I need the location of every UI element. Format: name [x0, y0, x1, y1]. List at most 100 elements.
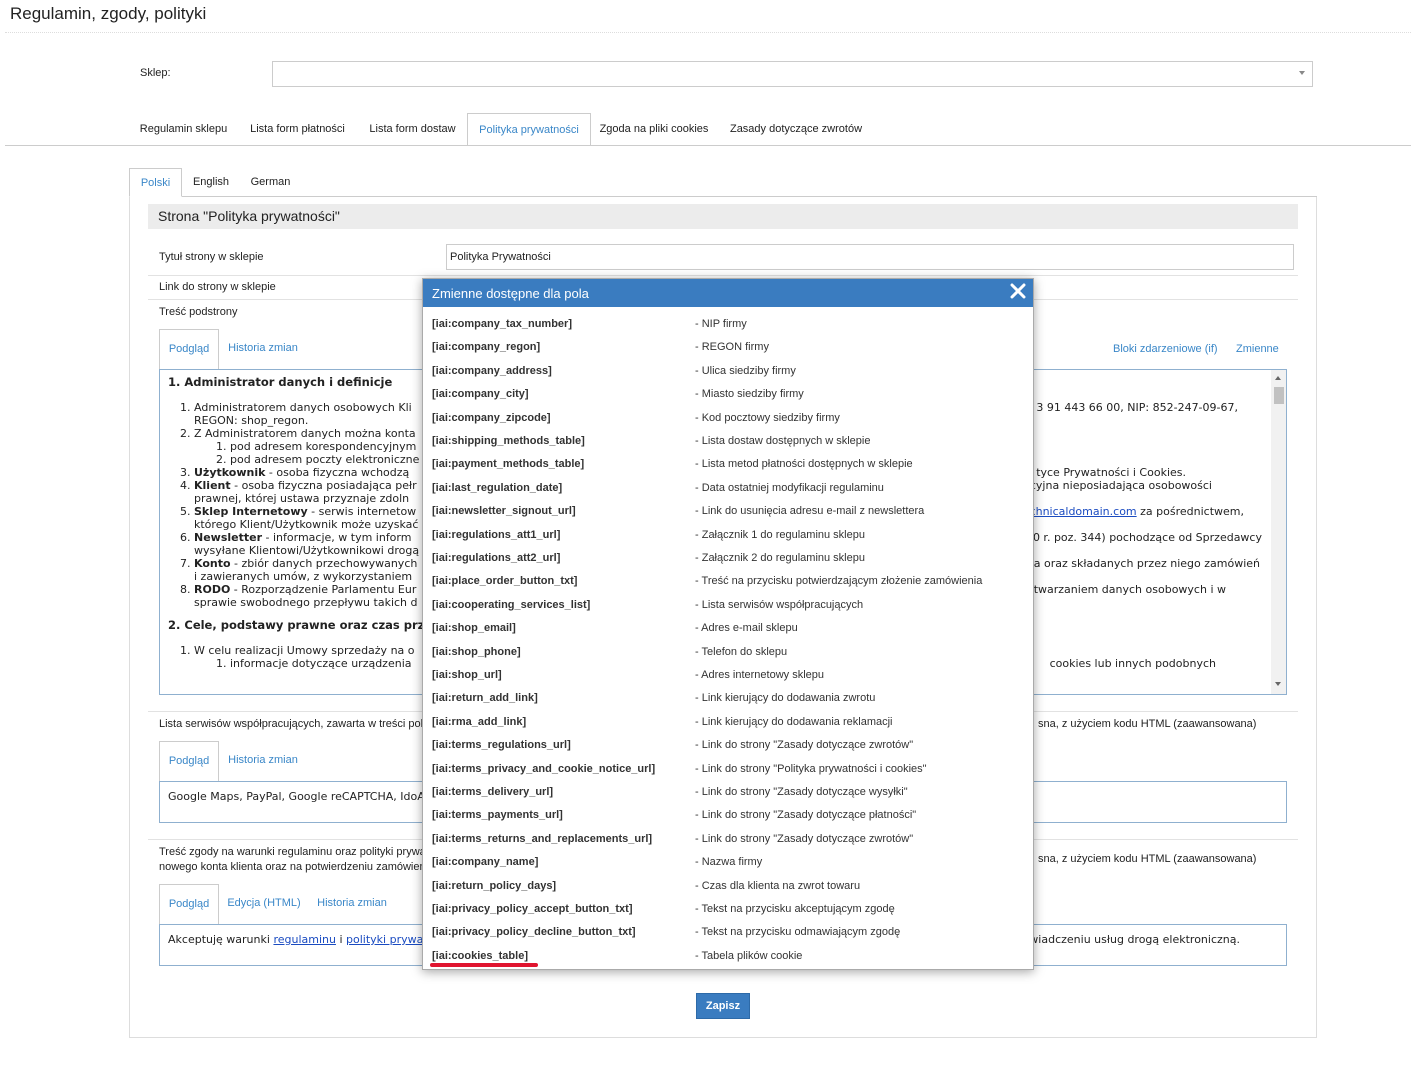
variable-row[interactable]: [iai:company_address] - Ulica siedziby fi…	[432, 365, 1022, 383]
consent-tab-preview[interactable]: Podgląd	[159, 884, 219, 925]
variable-name[interactable]: [iai:newsletter_signout_url]	[432, 505, 576, 517]
variable-row[interactable]: [iai:terms_privacy_and_cookie_notice_url…	[432, 763, 1022, 781]
variable-name[interactable]: [iai:terms_payments_url]	[432, 809, 563, 821]
regulations-link[interactable]: regulaminu	[273, 933, 336, 946]
variable-name[interactable]: [iai:company_regon]	[432, 341, 540, 353]
variable-row[interactable]: [iai:privacy_policy_accept_button_txt] - …	[432, 903, 1022, 921]
variable-name[interactable]: [iai:return_add_link]	[432, 692, 538, 704]
lang-tabs-divider	[129, 196, 1317, 197]
consent-tab-history[interactable]: Historia zmian	[309, 884, 395, 925]
variable-name[interactable]: [iai:shipping_methods_table]	[432, 435, 585, 447]
variable-row[interactable]: [iai:payment_methods_table] - Lista metod…	[432, 458, 1022, 476]
variable-name[interactable]: [iai:rma_add_link]	[432, 716, 526, 728]
variable-description: - Adres e-mail sklepu	[695, 622, 798, 635]
variable-name[interactable]: [iai:cooperating_services_list]	[432, 599, 590, 611]
variable-name[interactable]: [iai:shop_phone]	[432, 646, 521, 658]
variable-row[interactable]: [iai:terms_delivery_url] - Link do strony…	[432, 786, 1022, 804]
variable-name[interactable]: [iai:terms_delivery_url]	[432, 786, 553, 798]
scrollbar[interactable]	[1271, 370, 1286, 694]
variable-name[interactable]: [iai:terms_privacy_and_cookie_notice_url…	[432, 763, 655, 775]
variable-name[interactable]: [iai:regulations_att2_url]	[432, 552, 560, 564]
variable-name[interactable]: [iai:terms_regulations_url]	[432, 739, 571, 751]
lang-tab-german[interactable]: German	[243, 168, 298, 197]
variable-row[interactable]: [iai:rma_add_link] - Link kierujący do do…	[432, 716, 1022, 734]
variable-name[interactable]: [iai:privacy_policy_accept_button_txt]	[432, 903, 633, 915]
content-tab-preview[interactable]: Podgląd	[159, 329, 219, 370]
variable-description: - Kod pocztowy siedziby firmy	[695, 411, 840, 424]
variable-description: - Lista metod płatności dostępnych w skl…	[695, 458, 913, 471]
variable-row[interactable]: [iai:shipping_methods_table] - Lista dost…	[432, 435, 1022, 453]
variable-name[interactable]: [iai:company_address]	[432, 365, 552, 377]
variable-name[interactable]: [iai:company_zipcode]	[432, 412, 551, 424]
variable-description: - Link kierujący do dodawania zwrotu	[695, 692, 876, 705]
variable-name[interactable]: [iai:terms_returns_and_replacements_url]	[432, 833, 652, 845]
lang-tab-english[interactable]: English	[184, 168, 238, 197]
variable-description: - Tekst na przycisku odmawiającym zgodę	[695, 926, 901, 939]
variable-row[interactable]: [iai:shop_url] - Adres internetowy sklepu	[432, 669, 1022, 687]
variable-row[interactable]: [iai:regulations_att1_url] - Załącznik 1 …	[432, 529, 1022, 547]
tabs-divider	[5, 145, 1411, 146]
event-blocks-link[interactable]: Bloki zdarzeniowe (if)	[1113, 343, 1218, 355]
variable-description: - Data ostatniej modyfikacji regulaminu	[695, 481, 884, 494]
variable-name[interactable]: [iai:regulations_att1_url]	[432, 529, 560, 541]
content-tab-history[interactable]: Historia zmian	[222, 329, 304, 370]
variable-name[interactable]: [iai:return_policy_days]	[432, 880, 556, 892]
variable-row[interactable]: [iai:terms_returns_and_replacements_url]…	[432, 833, 1022, 851]
services-tab-history[interactable]: Historia zmian	[222, 741, 304, 782]
variable-row[interactable]: [iai:return_policy_days] - Czas dla klien…	[432, 880, 1022, 898]
variable-row[interactable]: [iai:shop_phone] - Telefon do sklepu	[432, 646, 1022, 664]
tab-zasady-zwrotow[interactable]: Zasady dotyczące zwrotów	[722, 113, 870, 146]
variable-name[interactable]: [iai:shop_email]	[432, 622, 516, 634]
variable-description: - Link do strony "Polityka prywatności i…	[695, 762, 927, 775]
modal-header: Zmienne dostępne dla pola	[423, 279, 1033, 307]
variable-name[interactable]: [iai:shop_url]	[432, 669, 502, 681]
shop-select[interactable]	[272, 61, 1313, 87]
consent-label-line2: nowego konta klienta oraz na potwierdzen…	[159, 861, 426, 873]
variable-row[interactable]: [iai:terms_payments_url] - Link do strony…	[432, 809, 1022, 827]
variable-row[interactable]: [iai:privacy_policy_decline_button_txt] -…	[432, 926, 1022, 944]
scroll-up-icon[interactable]	[1275, 376, 1281, 380]
variable-description: - Link do strony "Zasady dotyczące zwrot…	[695, 832, 914, 845]
consent-tab-edit-html[interactable]: Edycja (HTML)	[222, 884, 306, 925]
variable-row[interactable]: [iai:company_regon] - REGON firmy	[432, 341, 1022, 359]
tab-polityka-prywatnosci[interactable]: Polityka prywatności	[467, 113, 591, 146]
save-button[interactable]: Zapisz	[696, 993, 750, 1019]
lang-tab-polski[interactable]: Polski	[129, 168, 182, 197]
variable-description: - Ulica siedziby firmy	[695, 364, 796, 377]
variable-row[interactable]: [iai:company_city] - Miasto siedziby firm…	[432, 388, 1022, 406]
scroll-down-icon[interactable]	[1275, 682, 1281, 686]
variable-row[interactable]: [iai:place_order_button_txt] - Treść na p…	[432, 575, 1022, 593]
variable-row[interactable]: [iai:terms_regulations_url] - Link do str…	[432, 739, 1022, 757]
variable-name[interactable]: [iai:company_name]	[432, 856, 538, 868]
services-tab-preview[interactable]: Podgląd	[159, 741, 219, 782]
variable-name[interactable]: [iai:place_order_button_txt]	[432, 575, 577, 587]
variable-row[interactable]: [iai:cooperating_services_list] - Lista s…	[432, 599, 1022, 617]
tab-regulamin-sklepu[interactable]: Regulamin sklepu	[130, 113, 237, 146]
variable-row[interactable]: [iai:return_add_link] - Link kierujący do…	[432, 692, 1022, 710]
variable-name[interactable]: [iai:payment_methods_table]	[432, 458, 584, 470]
variable-name[interactable]: [iai:company_tax_number]	[432, 318, 572, 330]
variable-row[interactable]: [iai:regulations_att2_url] - Załącznik 2 …	[432, 552, 1022, 570]
variable-name[interactable]: [iai:privacy_policy_decline_button_txt]	[432, 926, 636, 938]
variable-row[interactable]: [iai:company_zipcode] - Kod pocztowy sied…	[432, 412, 1022, 430]
variable-row[interactable]: [iai:newsletter_signout_url] - Link do us…	[432, 505, 1022, 523]
variables-link[interactable]: Zmienne	[1236, 343, 1279, 355]
tab-zgoda-cookies[interactable]: Zgoda na pliki cookies	[592, 113, 716, 146]
variable-name[interactable]: [iai:last_regulation_date]	[432, 482, 562, 494]
modal-title: Zmienne dostępne dla pola	[432, 286, 589, 301]
variable-row[interactable]: [iai:shop_email] - Adres e-mail sklepu	[432, 622, 1022, 640]
close-icon[interactable]	[1009, 282, 1027, 300]
variable-row[interactable]: [iai:company_tax_number] - NIP firmy	[432, 318, 1022, 336]
tab-lista-form-platnosci[interactable]: Lista form płatności	[239, 113, 356, 146]
tab-lista-form-dostaw[interactable]: Lista form dostaw	[358, 113, 467, 146]
privacy-policy-link[interactable]: polityki prywat	[346, 933, 428, 946]
variable-name[interactable]: [iai:cookies_table]	[432, 950, 528, 962]
variable-description: - Adres internetowy sklepu	[695, 669, 825, 681]
title-input[interactable]: Polityka Prywatności	[446, 244, 1294, 270]
link-label: Link do strony w sklepie	[159, 281, 276, 293]
variables-modal: Zmienne dostępne dla pola [iai:company_t…	[422, 278, 1034, 970]
variable-row[interactable]: [iai:company_name] - Nazwa firmy	[432, 856, 1022, 874]
scroll-thumb[interactable]	[1274, 387, 1284, 404]
variable-name[interactable]: [iai:company_city]	[432, 388, 529, 400]
variable-row[interactable]: [iai:last_regulation_date] - Data ostatni…	[432, 482, 1022, 500]
